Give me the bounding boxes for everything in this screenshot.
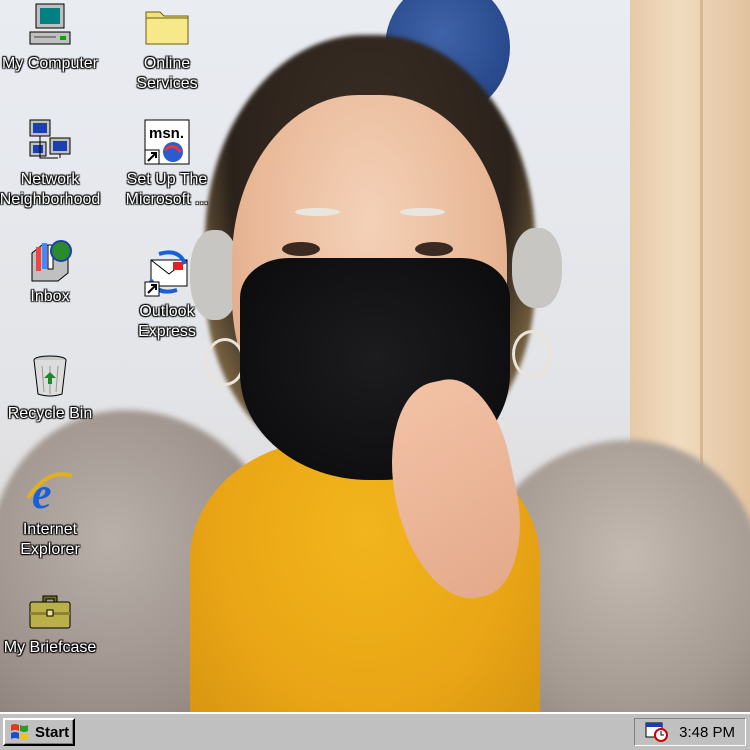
- start-label: Start: [35, 723, 70, 741]
- clock[interactable]: 3:48 PM: [679, 724, 735, 741]
- icon-label: Internet Explorer: [20, 521, 80, 558]
- taskbar: Start 3:48 PM: [0, 712, 750, 750]
- network-icon: [29, 119, 71, 159]
- icon-label: Network Neighborhood: [0, 171, 101, 208]
- icon-label: My Briefcase: [3, 639, 97, 656]
- desktop-icon-inbox[interactable]: Inbox: [0, 235, 105, 307]
- desktop-icon-my-computer[interactable]: My Computer: [0, 2, 105, 74]
- briefcase-icon: [29, 595, 71, 629]
- start-button[interactable]: Start: [3, 718, 75, 746]
- desktop-icon-outlook-express[interactable]: Outlook Express: [112, 250, 222, 342]
- icon-label: Set Up The Microsoft ...: [125, 171, 209, 208]
- desktop-icon-recycle-bin[interactable]: Recycle Bin: [0, 352, 105, 424]
- wallpaper-headband-right: [512, 228, 562, 308]
- desktop-icon-internet-explorer[interactable]: e Internet Explorer: [0, 468, 105, 560]
- windows-logo-icon: [11, 724, 28, 740]
- wallpaper-brow-left: [295, 208, 340, 216]
- desktop-icon-setup-msn[interactable]: msn. Set Up The Microsoft ...: [112, 118, 222, 210]
- icon-label: My Computer: [1, 55, 99, 72]
- icon-label: Inbox: [30, 288, 70, 305]
- icon-label: Recycle Bin: [7, 405, 93, 422]
- msn-logo-text: msn.: [149, 125, 184, 142]
- icon-label: Online Services: [136, 55, 198, 92]
- system-tray: 3:48 PM: [634, 718, 746, 746]
- scheduler-icon[interactable]: [645, 722, 669, 742]
- wallpaper-eye-left: [282, 242, 320, 256]
- wallpaper-earring-right: [512, 330, 552, 378]
- wallpaper-eye-right: [415, 242, 453, 256]
- folder-icon: [145, 11, 189, 45]
- desktop-icon-my-briefcase[interactable]: My Briefcase: [0, 586, 105, 658]
- desktop-icon-online-services[interactable]: Online Services: [112, 2, 222, 94]
- recycle-bin-icon: [33, 355, 67, 397]
- wallpaper-earring-left: [205, 338, 245, 386]
- inbox-icon: [31, 240, 72, 282]
- desktop[interactable]: My Computer Online Services Network Neig…: [0, 0, 750, 712]
- outlook-express-icon: [144, 250, 188, 297]
- internet-explorer-icon: e: [26, 469, 73, 516]
- msn-icon: msn.: [144, 119, 190, 165]
- icon-label: Outlook Express: [138, 303, 196, 340]
- wallpaper-brow-right: [400, 208, 445, 216]
- desktop-icon-network-neighborhood[interactable]: Network Neighborhood: [0, 118, 105, 210]
- computer-icon: [29, 3, 71, 45]
